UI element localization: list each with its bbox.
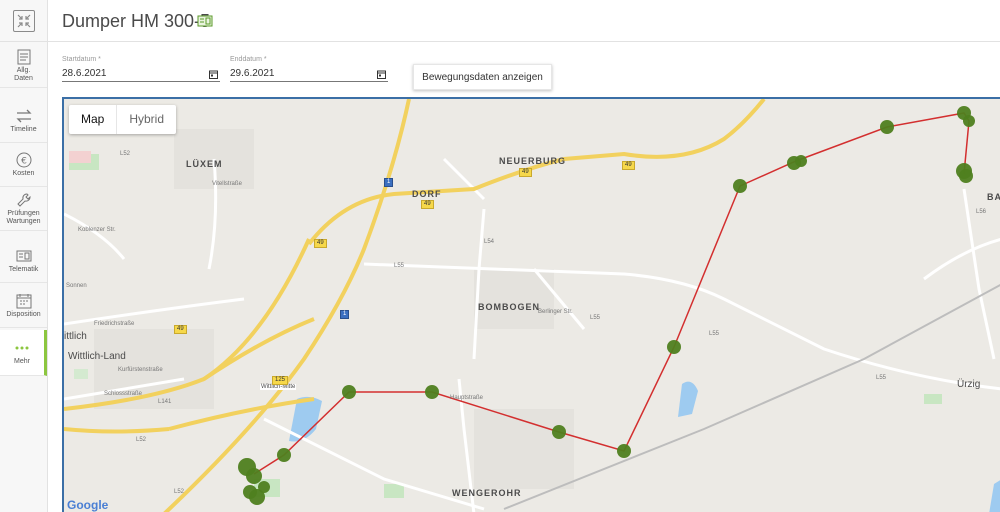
road-shield: 49 [421, 200, 434, 209]
street-label: L54 [484, 239, 495, 245]
end-date-input[interactable]: 29.6.2021 [230, 66, 388, 82]
document-icon [15, 49, 33, 65]
collapse-button[interactable] [0, 0, 48, 42]
street-label: L55 [394, 263, 405, 269]
street-label: L52 [136, 437, 147, 443]
place-label: BA [987, 192, 1000, 202]
street-label: L141 [158, 399, 172, 405]
road-shield: 125 [272, 376, 289, 385]
street-label: Berlinger Str. [538, 309, 573, 315]
start-date-label: Startdatum * [62, 56, 101, 63]
timeline-icon [15, 108, 33, 124]
place-label: WENGEROHR [452, 488, 522, 498]
sidebar-item-label: Timeline [10, 125, 37, 133]
sidebar-item-pruefungen[interactable]: Prüfungen Wartungen [0, 187, 47, 231]
page-title: Dumper HM 300-5 [62, 11, 211, 31]
street-label: L56 [976, 209, 987, 215]
map-type-hybrid-button[interactable]: Hybrid [117, 105, 176, 134]
street-label: L55 [876, 375, 887, 381]
route-line [253, 112, 970, 475]
sidebar-item-label: Kosten [12, 169, 35, 177]
street-label: Hauptstraße [450, 395, 484, 401]
road-shield: 49 [314, 239, 327, 248]
road-shield: 49 [519, 168, 532, 177]
sidebar-item-telematik[interactable]: Telematik [0, 239, 47, 283]
place-label: ittlich [64, 331, 87, 342]
collapse-icon [13, 9, 35, 32]
wrench-icon [15, 192, 33, 208]
end-date-value: 29.6.2021 [230, 68, 275, 79]
sidebar-item-label: Prüfungen Wartungen [6, 209, 41, 225]
street-label: L55 [590, 315, 601, 321]
street-label: Sonnen [66, 283, 87, 289]
place-label: NEUERBURG [499, 156, 567, 166]
svg-text:€: € [21, 156, 27, 166]
sidebar-item-label: Mehr [14, 357, 30, 365]
start-date-input[interactable]: 28.6.2021 [62, 66, 220, 82]
road-shield: 1 [340, 310, 350, 319]
telematics-icon [15, 248, 33, 264]
sidebar-item-kosten[interactable]: € Kosten [0, 143, 47, 187]
map-type-toggle[interactable]: Map Hybrid [69, 105, 177, 134]
page-header: Dumper HM 300-5 [48, 0, 1000, 42]
calendar-icon [15, 293, 33, 309]
show-movement-data-button[interactable]: Bewegungsdaten anzeigen [413, 64, 552, 90]
google-logo: Google [67, 498, 109, 512]
road-shield: 49 [174, 325, 187, 334]
more-icon [13, 340, 31, 356]
map-view[interactable]: Map Hybrid LÜXEM NEUERBURG DORF BOMBOGEN… [62, 97, 1000, 512]
street-label: Friedrichstraße [94, 321, 135, 327]
place-label: LÜXEM [186, 159, 223, 169]
end-date-field[interactable]: Enddatum * 29.6.2021 [230, 56, 388, 82]
road-shield: 49 [622, 161, 635, 170]
start-date-value: 28.6.2021 [62, 68, 107, 79]
sidebar-item-allg-daten[interactable]: Allg. Daten [0, 44, 47, 88]
telematics-badge-icon [197, 14, 213, 33]
place-label: Wittlich-Land [68, 351, 126, 362]
street-label: Kurfürstenstraße [118, 367, 163, 373]
sidebar-item-label: Disposition [6, 310, 41, 318]
place-label: DORF [412, 189, 442, 199]
calendar-icon[interactable] [377, 69, 386, 85]
street-label: Schlossstraße [104, 391, 143, 397]
street-label: L52 [120, 151, 131, 157]
street-label: Vitellstraße [212, 181, 242, 187]
road-shield: 1 [384, 178, 394, 187]
start-date-field[interactable]: Startdatum * 28.6.2021 [62, 56, 220, 82]
calendar-icon[interactable] [209, 69, 218, 85]
sidebar-item-mehr[interactable]: Mehr [0, 330, 47, 376]
street-label: Koblenzer Str. [78, 227, 116, 233]
street-label: L52 [174, 489, 185, 495]
sidebar: Allg. Daten Timeline € Kosten Prüfungen Wa… [0, 0, 48, 512]
street-label: L55 [709, 331, 720, 337]
place-label: Ürzig [957, 379, 981, 390]
end-date-label: Enddatum * [230, 56, 267, 63]
euro-icon: € [15, 152, 33, 168]
place-label: BOMBOGEN [478, 302, 540, 312]
sidebar-item-label: Telematik [8, 265, 39, 273]
map-type-map-button[interactable]: Map [69, 105, 118, 134]
sidebar-item-disposition[interactable]: Disposition [0, 284, 47, 328]
sidebar-item-timeline[interactable]: Timeline [0, 99, 47, 143]
sidebar-item-label: Allg. Daten [14, 66, 33, 82]
